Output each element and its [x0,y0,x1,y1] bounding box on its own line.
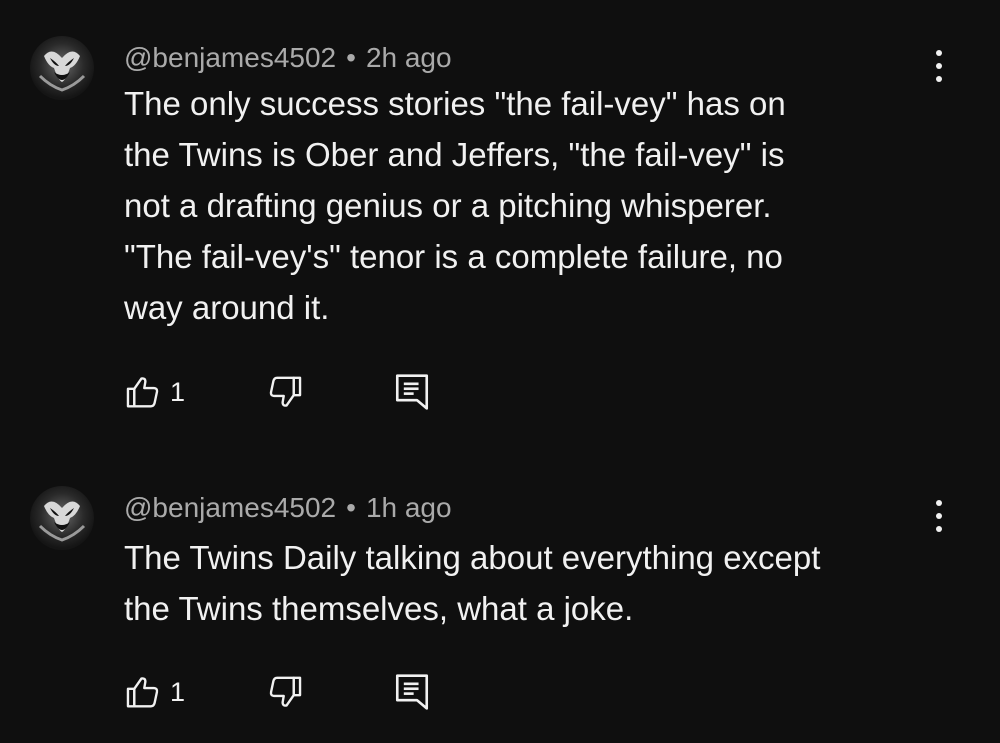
reply-button[interactable] [394,372,430,412]
dislike-button[interactable] [266,672,304,712]
like-button[interactable]: 1 [124,372,185,412]
comment-meta: @benjames4502 • 1h ago [124,490,452,526]
comment-actions: 1 [124,672,464,712]
comment-text: The only success stories "the fail-vey" … [124,85,786,326]
comment-time[interactable]: 1h ago [366,492,452,523]
comment-text: The Twins Daily talking about everything… [124,539,821,627]
author-name[interactable]: @benjames4502 [124,42,336,73]
avatar-image [38,51,86,92]
comment-thread-2: @benjames4502 • 1h ago The Twins Daily tal… [0,486,1000,726]
avatar[interactable] [30,36,94,100]
like-button[interactable]: 1 [124,672,185,712]
dislike-button[interactable] [266,372,304,412]
thumbs-down-icon [269,376,302,407]
author-name[interactable]: @benjames4502 [124,492,336,523]
avatar[interactable] [30,486,94,550]
thumbs-up-icon [126,377,159,408]
comment-thread-1: @benjames4502 • 2h ago The only success st… [0,36,1000,416]
comment-actions: 1 [124,372,464,412]
like-count: 1 [170,676,186,707]
reply-comment-icon [395,674,429,710]
comment-time[interactable]: 2h ago [366,42,452,73]
reply-button[interactable] [394,672,430,712]
thumbs-up-icon [126,677,159,708]
more-vertical-icon[interactable] [924,494,954,538]
reply-comment-icon [395,374,429,410]
more-vertical-icon[interactable] [924,44,954,88]
avatar-image [38,501,86,542]
like-count: 1 [170,376,186,407]
meta-separator: • [346,42,356,73]
comment-meta: @benjames4502 • 2h ago [124,40,452,76]
meta-separator: • [346,492,356,523]
thumbs-down-icon [269,676,302,707]
